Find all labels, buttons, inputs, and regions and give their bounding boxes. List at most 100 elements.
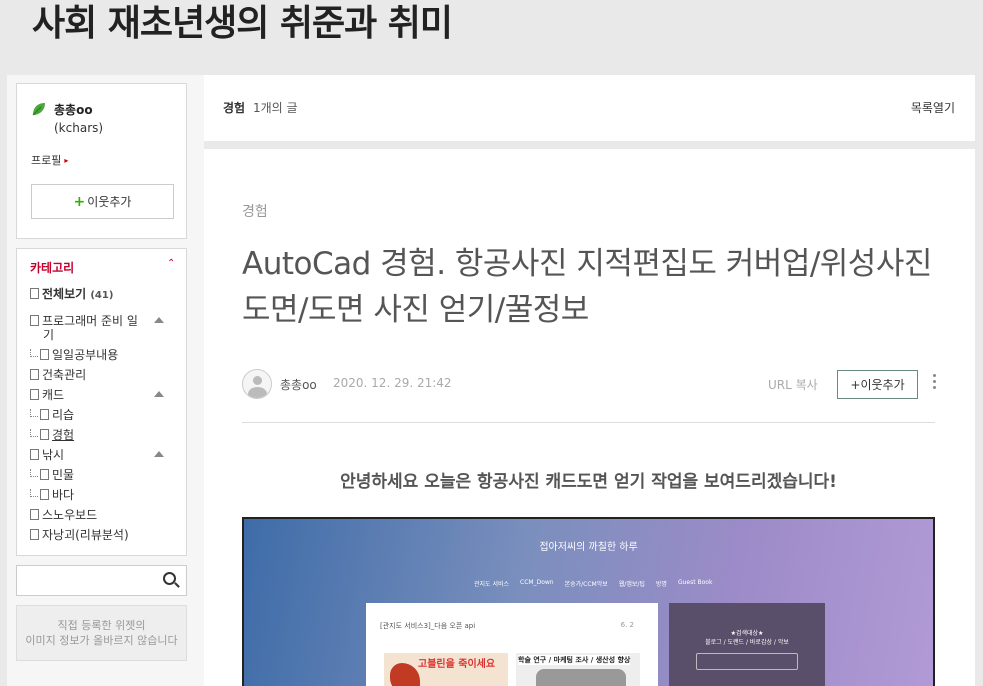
document-icon <box>40 489 49 500</box>
add-neighbor-label: 이웃추가 <box>87 195 132 209</box>
category-item-experience[interactable]: 경험 <box>30 428 74 442</box>
category-item-snowboard[interactable]: 스노우보드 <box>30 508 97 522</box>
profile-nickname[interactable]: 총총oo <box>54 101 93 118</box>
tree-line-icon <box>30 349 38 357</box>
category-item-label: 스노우보드 <box>42 508 98 522</box>
category-item-lisp[interactable]: 리습 <box>30 408 74 422</box>
post-count: 1개의 글 <box>253 101 298 115</box>
blog-title[interactable]: 사회 재초년생의 취준과 취미 <box>32 0 453 46</box>
category-item-daily-study[interactable]: 일일공부내용 <box>30 348 118 362</box>
profile-box: 총총oo (kchars) 프로필 ▸ + 이웃추가 <box>16 83 187 239</box>
post-add-neighbor-button[interactable]: +이웃추가 <box>837 370 918 399</box>
add-neighbor-button[interactable]: + 이웃추가 <box>31 184 174 219</box>
expand-triangle-icon[interactable] <box>154 317 164 323</box>
search-icon[interactable] <box>163 572 176 585</box>
profile-link[interactable]: 프로필 ▸ <box>31 152 68 168</box>
category-item-programmer[interactable]: 프로그래머 준비 일 <box>30 314 138 328</box>
arrow-right-icon: ▸ <box>64 156 69 165</box>
category-item-programmer-wrap: 기 <box>43 328 54 342</box>
search-box[interactable] <box>16 565 187 596</box>
category-item-freshwater[interactable]: 민물 <box>30 468 74 482</box>
document-icon <box>40 469 49 480</box>
post-date: 2020. 12. 29. 21:42 <box>333 376 452 390</box>
document-icon <box>30 389 39 400</box>
tree-line-icon <box>30 429 38 437</box>
category-count: (41) <box>90 290 114 301</box>
image-side-card: ★검색대상★ 블로그 / 도랜드 / 바로갑상 / 악보 <box>669 603 825 686</box>
device-illustration <box>536 669 626 686</box>
category-item-cad[interactable]: 캐드 <box>30 388 64 402</box>
category-item-label: 낚시 <box>42 448 65 462</box>
category-item-label: 건축관리 <box>42 368 87 382</box>
category-item-label: 전체보기 <box>42 287 87 301</box>
collapse-caret-icon[interactable]: ⌃ <box>167 258 175 269</box>
image-nav-item: CCM_Down <box>520 579 554 586</box>
profile-id: (kchars) <box>54 121 104 135</box>
expand-triangle-icon[interactable] <box>154 391 164 397</box>
image-nav-item: 본숭가/CCM악보 <box>564 581 608 588</box>
image-nav-item: 관지도 서비스 <box>474 581 510 588</box>
image-thumbnail-text: 고블린을 죽이세요 <box>418 659 496 670</box>
category-header[interactable]: 카테고리 <box>30 259 74 276</box>
goblin-illustration <box>390 663 420 686</box>
tree-line-icon <box>30 469 38 477</box>
leaf-icon <box>32 103 45 116</box>
image-side-line: ★검색대상★ <box>730 630 764 637</box>
post-category[interactable]: 경험 <box>242 201 268 221</box>
post-author[interactable]: 총총oo <box>280 376 317 393</box>
image-thumbnail: 학술 연구 / 마케팅 조사 / 생산성 향상 <box>516 653 640 686</box>
document-icon <box>30 529 39 540</box>
image-thumbnail-text: 학술 연구 / 마케팅 조사 / 생산성 향상 <box>518 655 631 665</box>
image-nav-item: 방명 <box>655 581 667 588</box>
post-title: AutoCad 경험. 항공사진 지적편집도 커버업/위성사진 도면/도면 사진… <box>242 246 932 328</box>
category-box: 카테고리 ⌃ 전체보기 (41) 프로그래머 준비 일 기 일일공부내용 건축관… <box>16 248 187 556</box>
category-item-sea[interactable]: 바다 <box>30 488 74 502</box>
category-item-label: 경험 <box>52 428 75 442</box>
document-icon <box>30 369 39 380</box>
expand-triangle-icon[interactable] <box>154 451 164 457</box>
avatar[interactable] <box>242 369 272 399</box>
widget-error-line1: 직접 등록한 위젯의 <box>57 619 146 632</box>
image-thumbnail: 고블린을 죽이세요 <box>384 653 508 686</box>
category-item-label: 바다 <box>52 488 75 502</box>
widget-error-line2: 이미지 정보가 올바르지 않습니다 <box>25 634 178 647</box>
image-card: [관지도 서비스3]_다음 오픈 api 6. 2 고블린을 죽이세요 학술 연… <box>366 603 658 686</box>
category-item-label: 일일공부내용 <box>52 348 119 362</box>
url-copy-button[interactable]: URL 복사 <box>768 376 818 393</box>
post-list-bar: 경험 1개의 글 목록열기 <box>204 75 975 141</box>
widget-error: 직접 등록한 위젯의 이미지 정보가 올바르지 않습니다 <box>16 605 187 661</box>
current-category[interactable]: 경험 <box>223 99 245 116</box>
tree-line-icon <box>30 489 38 497</box>
tree-line-icon <box>30 409 38 417</box>
category-item-fishing[interactable]: 낚시 <box>30 448 64 462</box>
document-icon <box>40 349 49 360</box>
more-options-icon[interactable] <box>929 374 939 394</box>
document-icon <box>30 449 39 460</box>
post-content: 경험 AutoCad 경험. 항공사진 지적편집도 커버업/위성사진 도면/도면… <box>204 149 975 686</box>
image-side-line: 블로그 / 도랜드 / 바로갑상 / 악보 <box>705 639 789 646</box>
post-image[interactable]: 접아저씨의 까칠한 하루 관지도 서비스 CCM_Down 본숭가/CCM악보 … <box>242 517 935 686</box>
image-nav-item: 웹/앱보/팁 <box>618 581 645 588</box>
category-item-label: 프로그래머 준비 일 <box>42 314 138 328</box>
post-greeting: 안녕하세요 오늘은 항공사진 캐드도면 얻기 작업을 보여드리겠습니다! <box>340 472 837 492</box>
image-side-text: ★검색대상★ 블로그 / 도랜드 / 바로갑상 / 악보 <box>669 629 825 647</box>
category-item-review[interactable]: 자낭괴(리뷰분석) <box>30 528 129 542</box>
image-search-field <box>696 653 798 670</box>
category-item-label: 기 <box>43 328 55 342</box>
list-open-button[interactable]: 목록열기 <box>911 99 955 116</box>
category-item-construction[interactable]: 건축관리 <box>30 368 86 382</box>
image-nav: 관지도 서비스 CCM_Down 본숭가/CCM악보 웹/앱보/팁 방명 Gue… <box>474 579 712 588</box>
category-item-label: 자낭괴(리뷰분석) <box>42 528 129 542</box>
image-card-date: 6. 2 <box>620 621 634 629</box>
image-site-title: 접아저씨의 까칠한 하루 <box>539 542 638 553</box>
category-item-label: 민물 <box>52 468 75 482</box>
document-icon <box>40 429 49 440</box>
plus-icon: + <box>73 193 86 210</box>
document-icon <box>30 315 39 326</box>
profile-link-label: 프로필 <box>31 154 62 167</box>
category-item-all[interactable]: 전체보기 (41) <box>30 287 113 303</box>
document-icon <box>30 288 39 299</box>
divider <box>242 422 935 423</box>
category-item-label: 리습 <box>52 408 75 422</box>
document-icon <box>40 409 49 420</box>
